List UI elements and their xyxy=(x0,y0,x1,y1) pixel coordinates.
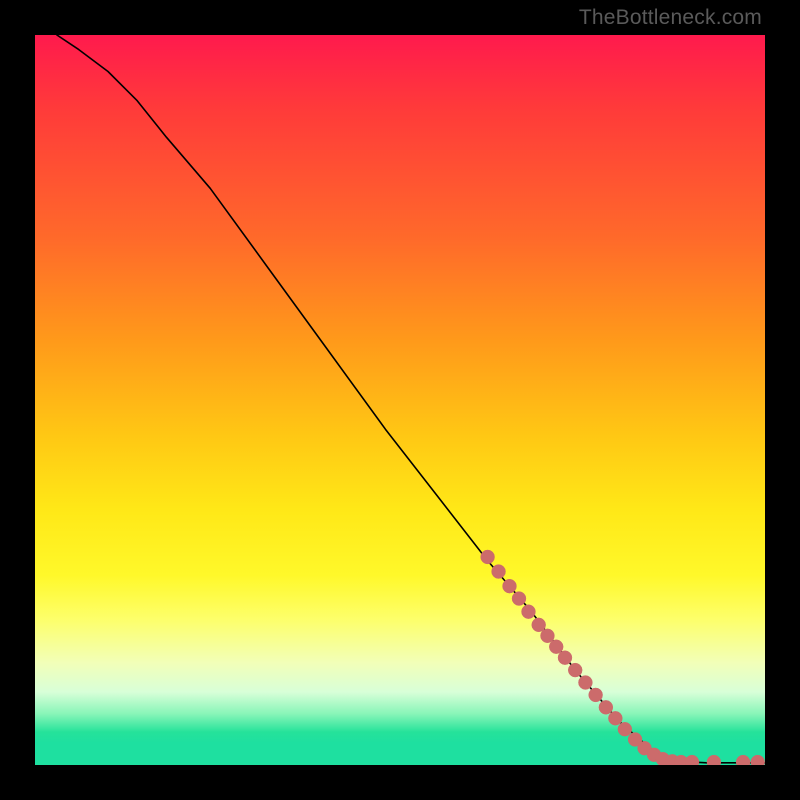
data-marker xyxy=(751,755,765,765)
data-marker xyxy=(736,755,750,765)
data-marker xyxy=(568,663,582,677)
plot-area xyxy=(35,35,765,765)
watermark-text: TheBottleneck.com xyxy=(579,6,762,30)
data-marker xyxy=(503,579,517,593)
data-marker xyxy=(685,755,699,765)
data-marker xyxy=(549,640,563,654)
data-marker xyxy=(532,618,546,632)
data-marker xyxy=(599,700,613,714)
sample-markers xyxy=(481,550,765,765)
data-marker xyxy=(512,592,526,606)
data-marker xyxy=(522,605,536,619)
data-marker xyxy=(481,550,495,564)
data-marker xyxy=(618,722,632,736)
bottleneck-curve xyxy=(57,35,765,763)
data-marker xyxy=(558,651,572,665)
data-marker xyxy=(578,676,592,690)
data-marker xyxy=(707,755,721,765)
chart-frame: TheBottleneck.com xyxy=(0,0,800,800)
data-marker xyxy=(492,565,506,579)
data-marker xyxy=(608,711,622,725)
data-marker xyxy=(589,688,603,702)
chart-svg xyxy=(35,35,765,765)
data-marker xyxy=(541,629,555,643)
